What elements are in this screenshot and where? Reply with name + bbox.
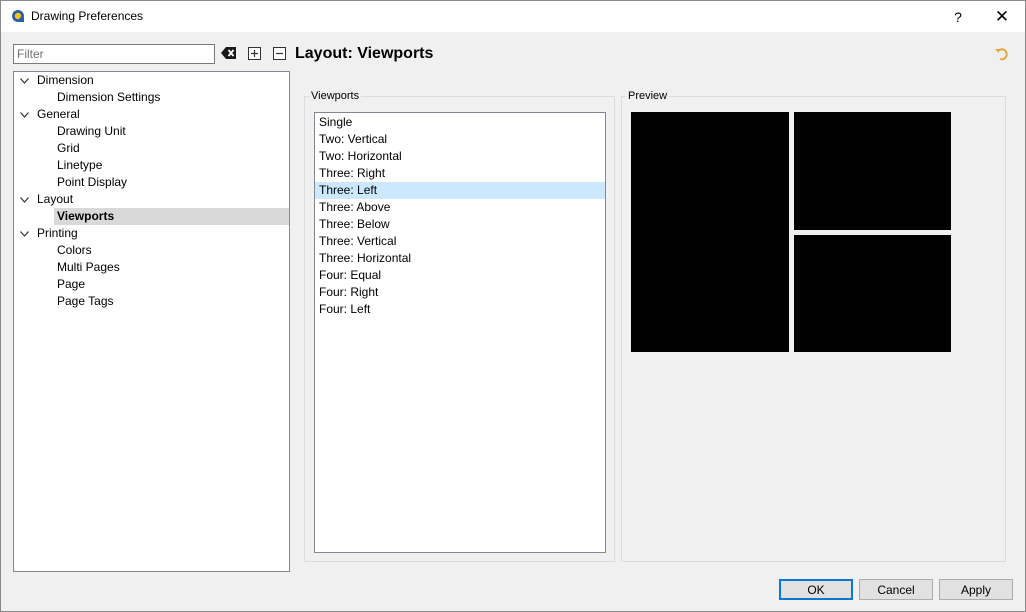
tree-item-dimension[interactable]: Dimension: [14, 72, 289, 89]
apply-button[interactable]: Apply: [939, 579, 1013, 600]
tree-item-label: Dimension: [37, 73, 94, 87]
list-item-selected[interactable]: Three: Left: [315, 182, 605, 199]
chevron-down-icon[interactable]: [18, 191, 30, 208]
filter-input[interactable]: [13, 44, 215, 64]
list-item[interactable]: Three: Horizontal: [315, 250, 605, 267]
chevron-down-icon[interactable]: [18, 72, 30, 89]
tree-item-label: General: [37, 107, 80, 121]
tree-item-dimension-settings[interactable]: Dimension Settings: [14, 89, 289, 106]
tree-item-label: Linetype: [57, 158, 103, 172]
list-item[interactable]: Two: Vertical: [315, 131, 605, 148]
drawing-preferences-window: Drawing Preferences ? ✕ Dimension Dimens…: [0, 0, 1026, 612]
preview-viewport-top-right: [794, 112, 951, 230]
clear-filter-icon[interactable]: [221, 45, 237, 61]
tree-item-label: Printing: [37, 226, 78, 240]
page-title: Layout: Viewports: [295, 45, 434, 62]
tree-item-printing[interactable]: Printing: [14, 225, 289, 242]
viewport-preview: [631, 112, 951, 352]
preferences-tree: Dimension Dimension Settings General Dra…: [13, 71, 290, 572]
list-item[interactable]: Two: Horizontal: [315, 148, 605, 165]
list-item[interactable]: Three: Above: [315, 199, 605, 216]
tree-item-multi-pages[interactable]: Multi Pages: [14, 259, 289, 276]
tree-item-drawing-unit[interactable]: Drawing Unit: [14, 123, 289, 140]
help-button[interactable]: ?: [935, 1, 981, 32]
viewports-list[interactable]: Single Two: Vertical Two: Horizontal Thr…: [314, 112, 606, 553]
ok-button[interactable]: OK: [779, 579, 853, 600]
tree-item-label: Page: [57, 277, 86, 291]
list-item[interactable]: Three: Right: [315, 165, 605, 182]
list-item[interactable]: Three: Below: [315, 216, 605, 233]
title-bar: Drawing Preferences ? ✕: [1, 1, 1025, 32]
chevron-down-icon[interactable]: [18, 225, 30, 242]
tree-item-layout[interactable]: Layout: [14, 191, 289, 208]
tree-item-label: Page Tags: [57, 294, 114, 308]
tree-item-label: Dimension Settings: [57, 90, 161, 104]
list-item[interactable]: Four: Right: [315, 284, 605, 301]
close-button[interactable]: ✕: [979, 1, 1025, 32]
tree-item-grid[interactable]: Grid: [14, 140, 289, 157]
tree-item-viewports[interactable]: Viewports: [14, 208, 289, 225]
collapse-all-icon[interactable]: [271, 45, 287, 61]
tree-item-label: Grid: [57, 141, 80, 155]
expand-all-icon[interactable]: [246, 45, 262, 61]
preview-viewport-left: [631, 112, 789, 352]
tree-item-label: Colors: [57, 243, 92, 257]
tree-item-colors[interactable]: Colors: [14, 242, 289, 259]
list-item[interactable]: Four: Left: [315, 301, 605, 318]
tree-item-label: Point Display: [57, 175, 128, 189]
preview-viewport-bottom-right: [794, 235, 951, 352]
tree-item-label: Multi Pages: [57, 260, 120, 274]
tree-item-label: Drawing Unit: [57, 124, 126, 138]
list-item[interactable]: Four: Equal: [315, 267, 605, 284]
tree-item-label: Layout: [37, 192, 74, 206]
tree-item-label: Viewports: [57, 209, 115, 223]
window-title: Drawing Preferences: [31, 9, 144, 23]
cancel-button[interactable]: Cancel: [859, 579, 933, 600]
tree-item-general[interactable]: General: [14, 106, 289, 123]
chevron-down-icon[interactable]: [18, 106, 30, 123]
preview-group-title: Preview: [626, 90, 670, 102]
undo-icon[interactable]: [994, 46, 1010, 62]
tree-item-linetype[interactable]: Linetype: [14, 157, 289, 174]
tree-item-point-display[interactable]: Point Display: [14, 174, 289, 191]
tree-item-page-tags[interactable]: Page Tags: [14, 293, 289, 310]
list-item[interactable]: Three: Vertical: [315, 233, 605, 250]
viewports-group-title: Viewports: [309, 90, 362, 102]
tree-item-page[interactable]: Page: [14, 276, 289, 293]
app-icon: [11, 9, 25, 23]
list-item[interactable]: Single: [315, 114, 605, 131]
